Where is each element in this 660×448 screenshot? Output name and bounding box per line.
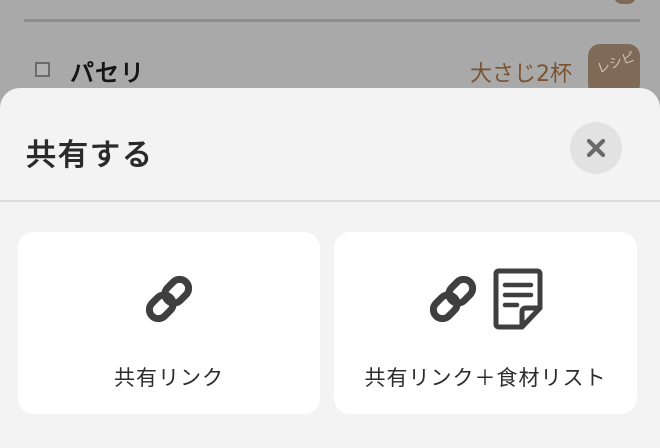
share-link-option[interactable]: 共有リンク bbox=[18, 232, 320, 414]
share-link-with-ingredients-label: 共有リンク＋食材リスト bbox=[364, 366, 607, 390]
ingredient-row: パセリ 大さじ2杯 レシピ bbox=[0, 44, 660, 96]
link-icon bbox=[426, 272, 480, 326]
recipe-badge-label: レシピ bbox=[595, 49, 638, 78]
share-sheet-title: 共有する bbox=[26, 138, 154, 173]
document-icon bbox=[490, 268, 546, 330]
share-link-label: 共有リンク bbox=[114, 366, 224, 390]
ingredient-name: パセリ bbox=[70, 59, 145, 87]
share-link-with-ingredients-option[interactable]: 共有リンク＋食材リスト bbox=[334, 232, 637, 414]
share-sheet: 共有する 共有リンク 共有リンク＋食材リスト bbox=[0, 88, 660, 448]
background-badge-partial bbox=[614, 0, 636, 4]
sheet-divider bbox=[0, 200, 660, 202]
close-icon bbox=[585, 137, 607, 159]
close-button[interactable] bbox=[570, 122, 622, 174]
background-divider bbox=[24, 19, 640, 22]
ingredient-quantity: 大さじ2杯 bbox=[470, 62, 572, 87]
ingredient-checkbox bbox=[35, 62, 50, 77]
link-icon bbox=[142, 272, 196, 326]
